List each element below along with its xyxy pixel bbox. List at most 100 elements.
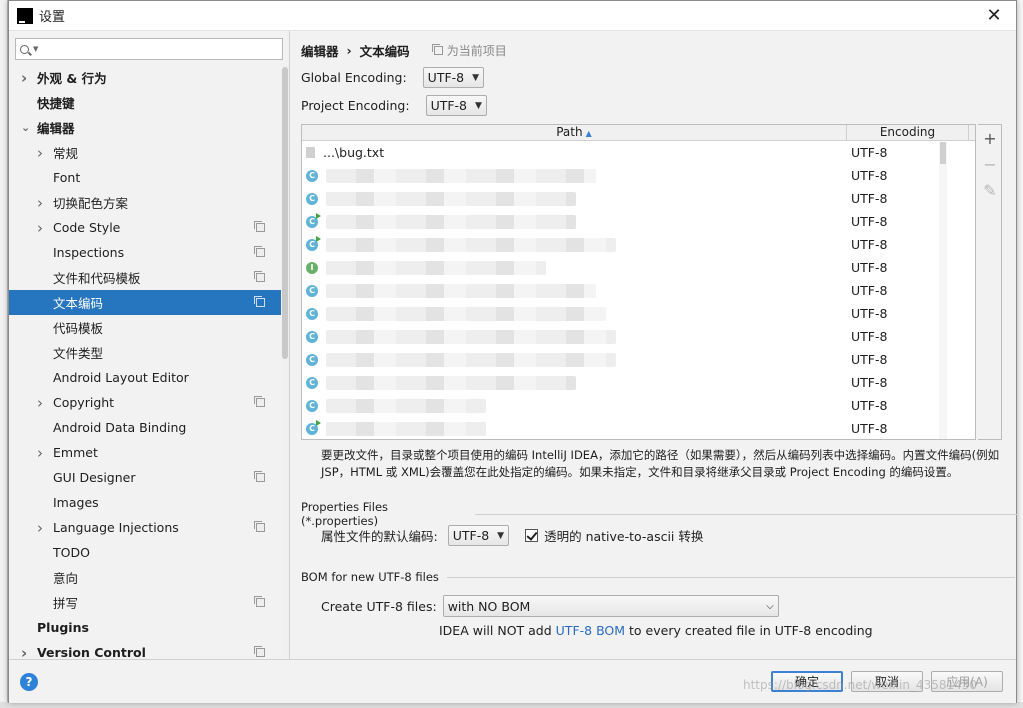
encoding-cell[interactable]: UTF-8 <box>847 421 969 436</box>
create-utf8-select[interactable]: with NO BOM ⌵ <box>442 595 779 617</box>
sidebar-item[interactable]: 代码模板 <box>9 315 281 340</box>
title-bar: 设置 ✕ <box>9 1 1016 31</box>
sidebar-item[interactable]: GUI Designer <box>9 465 281 490</box>
encoding-cell[interactable]: UTF-8 <box>847 306 969 321</box>
sidebar-item[interactable]: Android Data Binding <box>9 415 281 440</box>
encoding-cell[interactable]: UTF-8 <box>847 283 969 298</box>
properties-encoding-select[interactable]: UTF-8 ▼ <box>447 525 510 546</box>
add-icon[interactable]: + <box>978 125 1002 151</box>
redacted-path <box>326 214 576 229</box>
project-encoding-select[interactable]: UTF-8 ▼ <box>425 95 487 116</box>
edit-icon[interactable]: ✎ <box>978 177 1002 203</box>
sidebar-item[interactable]: 文本编码 <box>9 290 281 315</box>
encoding-cell[interactable]: UTF-8 <box>847 237 969 252</box>
sidebar-item[interactable]: 文件类型 <box>9 340 281 365</box>
sidebar-item-label: Version Control <box>37 645 146 660</box>
encoding-cell[interactable]: UTF-8 <box>847 214 969 229</box>
chevron-right-icon[interactable]: › <box>37 144 43 162</box>
chevron-down-icon[interactable]: ⌄ <box>21 121 30 134</box>
table-row[interactable]: C UTF-8 <box>302 187 975 210</box>
table-row[interactable]: C UTF-8 <box>302 210 975 233</box>
chevron-right-icon[interactable]: › <box>37 444 43 462</box>
remove-icon[interactable]: − <box>978 151 1002 177</box>
encoding-cell[interactable]: UTF-8 <box>847 168 969 183</box>
sidebar-item[interactable]: 快捷键 <box>9 90 281 115</box>
path-cell: C <box>302 235 847 252</box>
native-to-ascii-label[interactable]: 透明的 native-to-ascii 转换 <box>544 526 703 545</box>
breadcrumb-parent[interactable]: 编辑器 <box>301 41 339 60</box>
sidebar-item[interactable]: Font <box>9 165 281 190</box>
path-cell: C <box>302 191 847 206</box>
chevron-right-icon[interactable]: › <box>21 69 27 87</box>
table-row[interactable]: C UTF-8 <box>302 417 975 439</box>
sidebar-item-label: Copyright <box>53 395 115 410</box>
chevron-right-icon[interactable]: › <box>37 394 43 412</box>
table-row[interactable]: C UTF-8 <box>302 371 975 394</box>
table-row[interactable]: C UTF-8 <box>302 348 975 371</box>
bom-note-prefix: IDEA will NOT add <box>439 623 556 638</box>
native-to-ascii-checkbox[interactable] <box>525 529 539 542</box>
table-row[interactable]: C UTF-8 <box>302 164 975 187</box>
properties-default-label: 属性文件的默认编码: <box>321 529 438 544</box>
sidebar-item[interactable]: › 切换配色方案 <box>9 190 281 215</box>
sidebar-item[interactable]: › 常规 <box>9 140 281 165</box>
table-row[interactable]: C UTF-8 <box>302 302 975 325</box>
class-file-icon: C <box>306 330 318 343</box>
help-icon[interactable]: ? <box>20 673 38 691</box>
sidebar-item[interactable]: 文件和代码模板 <box>9 265 281 290</box>
sidebar-item-label: 拼写 <box>53 596 79 611</box>
sidebar-scrollbar[interactable] <box>281 65 289 657</box>
interface-file-icon: I <box>306 261 318 274</box>
table-row[interactable]: C UTF-8 <box>302 394 975 417</box>
sidebar-item[interactable]: › Emmet <box>9 440 281 465</box>
encoding-cell[interactable]: UTF-8 <box>847 329 969 344</box>
settings-dialog: 设置 ✕ ▼ › 外观 & 行为 快捷键 ⌄ 编辑器 › 常规 Font › 切换配色方案 › Cod… <box>8 0 1017 703</box>
sidebar-item[interactable]: › 外观 & 行为 <box>9 65 281 90</box>
table-row[interactable]: C UTF-8 <box>302 325 975 348</box>
table-scrollbar-thumb[interactable] <box>940 142 946 164</box>
path-cell: C <box>302 212 847 229</box>
table-row[interactable]: C UTF-8 <box>302 233 975 256</box>
table-row[interactable]: I UTF-8 <box>302 256 975 279</box>
utf8-bom-link[interactable]: UTF-8 BOM <box>556 623 625 638</box>
search-input[interactable]: ▼ <box>15 38 283 60</box>
copy-icon <box>254 646 265 657</box>
sidebar-item[interactable]: Images <box>9 490 281 515</box>
table-row[interactable]: C UTF-8 <box>302 279 975 302</box>
sidebar-item-label: 意向 <box>53 571 79 586</box>
sidebar-item[interactable]: Inspections <box>9 240 281 265</box>
sidebar-item[interactable]: › Copyright <box>9 390 281 415</box>
sidebar-item[interactable]: TODO <box>9 540 281 565</box>
sidebar-item-label: TODO <box>53 545 90 560</box>
sidebar-item[interactable]: › Code Style <box>9 215 281 240</box>
global-encoding-value: UTF-8 <box>427 70 465 85</box>
sidebar-scrollbar-thumb[interactable] <box>282 67 288 359</box>
chevron-right-icon[interactable]: › <box>37 219 43 237</box>
global-encoding-select[interactable]: UTF-8 ▼ <box>422 67 485 88</box>
table-scrollbar[interactable] <box>939 142 947 439</box>
encoding-cell[interactable]: UTF-8 <box>847 191 969 206</box>
encoding-cell[interactable]: UTF-8 <box>847 398 969 413</box>
sidebar-item[interactable]: ⌄ 编辑器 <box>9 115 281 140</box>
sidebar-item[interactable]: Android Layout Editor <box>9 365 281 390</box>
sidebar-item[interactable]: 拼写 <box>9 590 281 615</box>
sidebar-item[interactable]: Plugins <box>9 615 281 640</box>
encoding-cell[interactable]: UTF-8 <box>847 260 969 275</box>
project-scope-label: 为当前项目 <box>446 44 507 58</box>
chevron-right-icon[interactable]: › <box>37 194 43 212</box>
chevron-right-icon[interactable]: › <box>37 519 43 537</box>
project-scope-hint: 为当前项目 <box>431 42 507 59</box>
encoding-cell[interactable]: UTF-8 <box>847 352 969 367</box>
close-icon[interactable]: ✕ <box>972 1 1016 31</box>
copy-icon <box>254 396 265 407</box>
column-header-path[interactable]: Path ▲ <box>302 125 847 140</box>
runnable-class-icon: C <box>306 419 321 435</box>
redacted-path <box>326 398 486 413</box>
sidebar-item[interactable]: › Language Injections <box>9 515 281 540</box>
encoding-cell[interactable]: UTF-8 <box>847 375 969 390</box>
column-header-encoding[interactable]: Encoding <box>847 125 969 140</box>
sidebar-item[interactable]: 意向 <box>9 565 281 590</box>
encoding-cell[interactable]: UTF-8 <box>847 145 969 160</box>
table-row[interactable]: ...\bug.txt UTF-8 <box>302 141 975 164</box>
redacted-path <box>326 329 616 344</box>
